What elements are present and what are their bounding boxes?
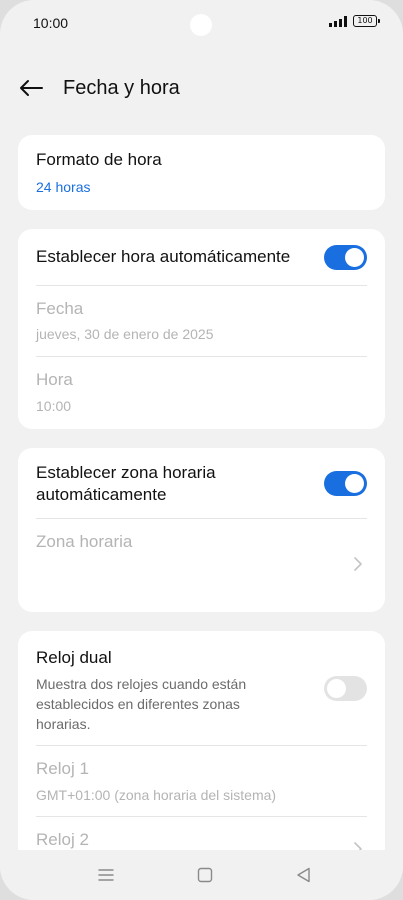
dual-clock-card: Reloj dual Muestra dos relojes cuando es…: [18, 631, 385, 871]
time-zone-row: Zona horaria: [36, 519, 367, 612]
auto-time-row[interactable]: Establecer hora automáticamente: [36, 229, 367, 285]
time-row: Hora 10:00: [36, 357, 367, 429]
date-row: Fecha jueves, 30 de enero de 2025: [36, 286, 367, 356]
front-camera: [190, 14, 212, 36]
back-arrow-icon[interactable]: [18, 76, 44, 100]
auto-time-card: Establecer hora automáticamente Fecha ju…: [18, 229, 385, 429]
auto-zone-toggle[interactable]: [324, 471, 367, 496]
back-triangle-icon[interactable]: [294, 866, 314, 884]
status-bar: 10:00 100: [0, 0, 403, 46]
clock1-value: GMT+01:00 (zona horaria del sistema): [36, 787, 277, 803]
dual-clock-toggle[interactable]: [324, 676, 367, 701]
time-format-label: Formato de hora: [36, 150, 162, 169]
system-nav-bar: [0, 850, 403, 900]
auto-time-toggle[interactable]: [324, 245, 367, 270]
clock1-row: Reloj 1 GMT+01:00 (zona horaria del sist…: [36, 746, 367, 816]
auto-zone-label-line2: automáticamente: [36, 485, 167, 504]
battery-icon: 100: [353, 15, 380, 27]
menu-icon[interactable]: [96, 866, 116, 884]
auto-zone-card: Establecer zona horaria automáticamente …: [18, 448, 385, 612]
auto-time-label: Establecer hora automáticamente: [36, 247, 291, 266]
time-label: Hora: [36, 370, 73, 389]
time-zone-label: Zona horaria: [36, 532, 133, 551]
page-header: Fecha y hora: [0, 68, 403, 108]
date-label: Fecha: [36, 299, 84, 318]
dual-clock-row[interactable]: Reloj dual Muestra dos relojes cuando es…: [36, 631, 367, 745]
home-icon[interactable]: [195, 866, 215, 884]
phone-screen: 10:00 100 Fecha y hora Formato de hora 2…: [0, 0, 403, 900]
dual-clock-label: Reloj dual: [36, 648, 112, 667]
toggle-knob: [345, 474, 364, 493]
clock1-label: Reloj 1: [36, 759, 89, 778]
toggle-knob: [345, 248, 364, 267]
dual-clock-description: Muestra dos relojes cuando están estable…: [36, 676, 247, 732]
time-value: 10:00: [36, 398, 72, 414]
time-format-value: 24 horas: [36, 179, 91, 195]
page-title: Fecha y hora: [63, 77, 180, 99]
status-time: 10:00: [33, 15, 69, 31]
signal-icon: [329, 15, 347, 27]
chevron-right-icon: [354, 557, 362, 571]
date-value: jueves, 30 de enero de 2025: [36, 326, 214, 342]
clock2-label: Reloj 2: [36, 830, 89, 849]
time-format-card[interactable]: Formato de hora 24 horas: [18, 135, 385, 210]
auto-zone-label-line1: Establecer zona horaria: [36, 463, 216, 482]
status-icons: 100: [329, 15, 380, 27]
auto-zone-row[interactable]: Establecer zona horaria automáticamente: [36, 448, 367, 518]
toggle-knob: [327, 679, 346, 698]
